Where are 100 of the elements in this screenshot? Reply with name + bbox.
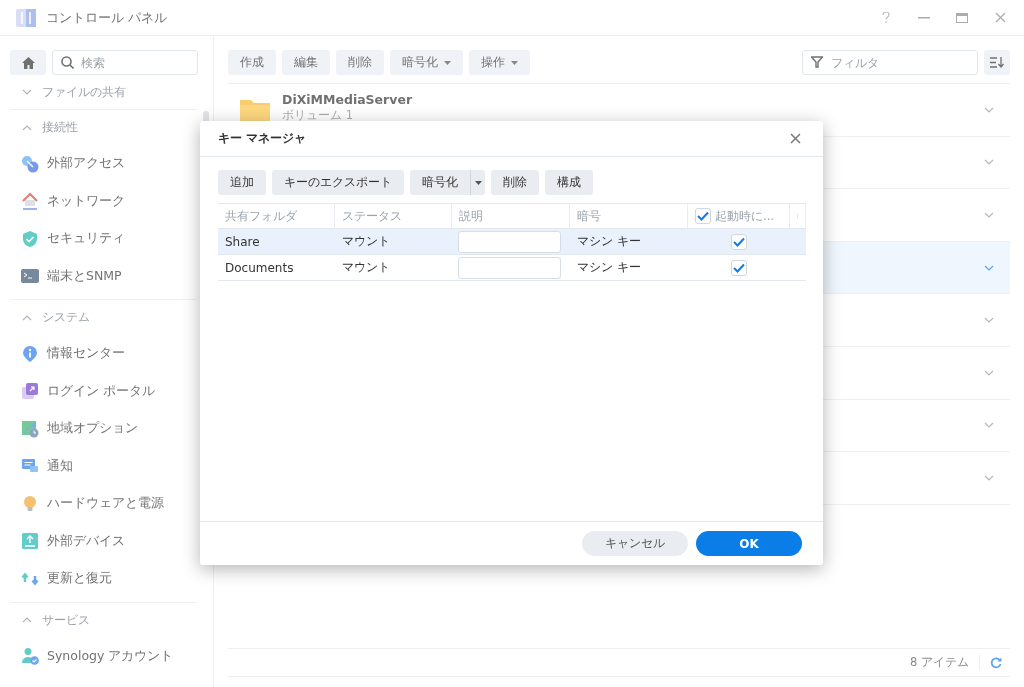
chevron-down-icon <box>984 422 994 429</box>
chevron-down-icon <box>984 369 994 376</box>
dropdown-button[interactable] <box>470 170 485 195</box>
item-label: セキュリティ <box>47 230 125 248</box>
chevron-up-icon <box>22 314 32 321</box>
section-header[interactable]: システム <box>10 299 197 335</box>
search-icon <box>61 56 74 69</box>
item-label: 外部デバイス <box>47 532 125 550</box>
window-title: コントロール パネル <box>46 8 169 27</box>
item-label: Synology アカウント <box>47 647 174 665</box>
table-cell-text: Share <box>224 234 261 249</box>
sidebar-item[interactable]: ネットワーク <box>10 182 213 220</box>
description-field[interactable] <box>458 256 561 279</box>
folder-icon <box>240 97 270 122</box>
sort-icon <box>990 57 1004 68</box>
caret-icon <box>474 180 482 185</box>
chevron-down-icon <box>984 474 994 481</box>
filter-icon <box>811 56 823 68</box>
lightbulb-icon <box>21 494 39 513</box>
home-button[interactable] <box>10 50 46 75</box>
section-header[interactable]: ファイルの共有 <box>10 79 197 105</box>
chevron-down-icon <box>22 89 32 95</box>
upload-icon <box>21 532 39 551</box>
chevron-down-icon <box>984 317 994 324</box>
table-cell-text: マウント <box>341 259 391 276</box>
maximize-icon <box>956 12 968 23</box>
encrypt-button[interactable]: 暗号化 <box>410 170 470 195</box>
sidebar-item[interactable]: セキュリティ <box>10 220 213 258</box>
section-header[interactable]: サービス <box>10 601 197 638</box>
home-icon <box>21 56 35 69</box>
item-label: 情報センター <box>47 345 125 363</box>
checkbox[interactable] <box>695 208 711 224</box>
description-field[interactable] <box>458 230 561 253</box>
table-row[interactable]: Share マウント マシン キー <box>218 229 806 255</box>
sidebar-item[interactable]: 端末とSNMP <box>10 257 213 295</box>
sidebar-item[interactable]: 更新と復元 <box>10 560 213 598</box>
section-title: ファイルの共有 <box>42 83 126 101</box>
help-icon <box>882 12 890 23</box>
terminal-icon <box>21 268 39 285</box>
app-icon <box>16 8 36 27</box>
item-label: 外部アクセス <box>47 155 125 173</box>
toolbar-button[interactable]: 削除 <box>491 170 539 195</box>
toolbar-button[interactable]: 追加 <box>218 170 266 195</box>
checkbox[interactable] <box>731 233 747 250</box>
toolbar-button[interactable]: 構成 <box>545 170 593 195</box>
close-icon <box>789 133 801 144</box>
toolbar-button[interactable]: 編集 <box>282 50 330 75</box>
item-label: 通知 <box>47 457 73 475</box>
toolbar-button[interactable]: 操作 <box>469 50 530 75</box>
table-cell-text: マウント <box>341 233 391 250</box>
close-icon <box>994 12 1006 23</box>
sidebar-item[interactable]: ログイン ポータル <box>10 372 213 410</box>
caret-icon <box>511 60 518 65</box>
column-header[interactable]: ステータス <box>335 204 452 228</box>
chevron-up-icon <box>22 617 32 623</box>
column-header[interactable]: 共有フォルダ <box>218 204 335 228</box>
item-label: 端末とSNMP <box>47 267 122 285</box>
folder-name: DiXiMMediaServer <box>282 92 414 107</box>
table-cell-text: マシン キー <box>576 259 642 276</box>
user-check-icon <box>21 647 39 666</box>
search-field[interactable]: 検索 <box>52 50 198 75</box>
sidebar-item[interactable]: 外部デバイス <box>10 522 213 560</box>
minimize-icon <box>918 16 930 19</box>
sidebar-item[interactable]: 外部アクセス <box>10 145 213 183</box>
column-header[interactable]: 暗号 <box>570 204 688 228</box>
column-header[interactable]: 起動時に... <box>688 204 790 228</box>
item-label: ハードウェアと電源 <box>47 495 164 513</box>
item-label: 更新と復元 <box>47 570 112 588</box>
split-button[interactable]: 暗号化 <box>410 170 485 195</box>
sort-button[interactable] <box>984 50 1010 75</box>
toolbar-button[interactable]: 暗号化 <box>390 50 463 75</box>
table-row[interactable]: Documents マウント マシン キー <box>218 255 806 281</box>
column-header[interactable]: 説明 <box>452 204 570 228</box>
house-icon <box>21 192 39 211</box>
item-label: ネットワーク <box>47 192 125 210</box>
section-title: 接続性 <box>42 119 78 136</box>
section-title: システム <box>42 309 90 326</box>
table-cell-text: マシン キー <box>576 233 642 250</box>
sidebar-item[interactable]: 通知 <box>10 447 213 485</box>
toolbar-button[interactable]: キーのエクスポート <box>272 170 404 195</box>
info-icon <box>21 344 39 363</box>
item-label: ログイン ポータル <box>47 382 155 400</box>
section-header[interactable]: 接続性 <box>10 109 197 145</box>
toolbar-button[interactable]: 削除 <box>336 50 384 75</box>
cancel-button[interactable]: キャンセル <box>582 531 688 556</box>
toolbar-button[interactable]: 作成 <box>228 50 276 75</box>
sidebar-item[interactable]: 情報センター <box>10 335 213 373</box>
item-label: 地域オプション <box>47 420 138 438</box>
shield-icon <box>21 229 39 248</box>
refresh-icon[interactable] <box>990 656 1002 669</box>
sidebar-item[interactable]: 地域オプション <box>10 410 213 448</box>
section-title: サービス <box>42 611 90 629</box>
map-clock-icon <box>21 419 39 438</box>
link-icon <box>21 154 39 173</box>
table-cell-text: Documents <box>224 260 295 275</box>
sidebar-item[interactable]: Synology アカウント <box>10 637 213 675</box>
checkbox[interactable] <box>731 259 747 276</box>
sidebar-item[interactable]: ハードウェアと電源 <box>10 485 213 523</box>
ok-button[interactable]: OK <box>696 531 802 556</box>
filter-field[interactable]: フィルタ <box>802 50 978 75</box>
